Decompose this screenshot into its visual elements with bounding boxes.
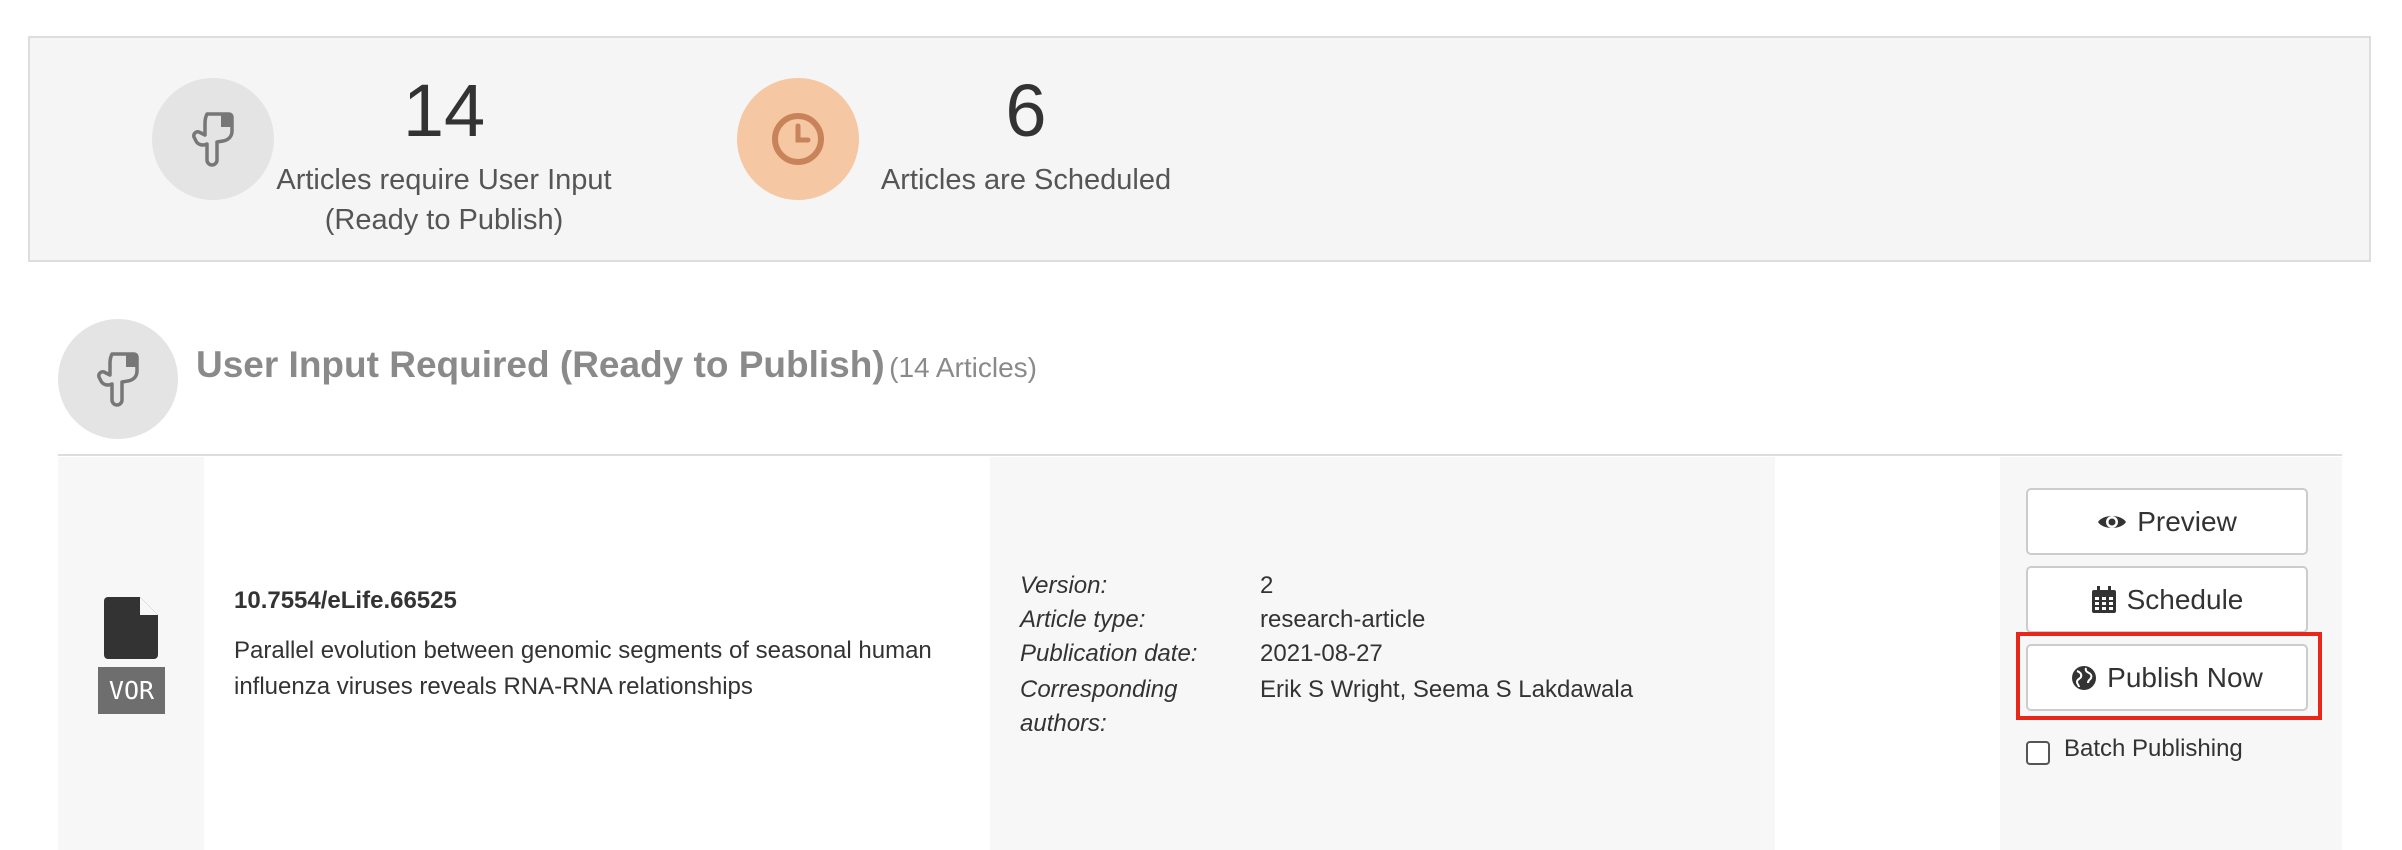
batch-publishing-label: Batch Publishing bbox=[2064, 735, 2243, 762]
article-title: Parallel evolution between genomic segme… bbox=[234, 637, 932, 700]
publication-date-label: Publication date: bbox=[1020, 640, 1198, 667]
preview-button[interactable]: Preview bbox=[2026, 488, 2308, 555]
user-input-count: 14 bbox=[402, 69, 486, 152]
corresponding-authors-label-line1: Corresponding bbox=[1020, 676, 1178, 703]
user-input-label-line1: Articles require User Input bbox=[276, 164, 612, 196]
version-value: 2 bbox=[1260, 572, 1274, 599]
article-spacer-column bbox=[1775, 457, 2000, 850]
section-title: User Input Required (Ready to Publish) bbox=[196, 344, 885, 385]
article-type-value: research-article bbox=[1260, 606, 1426, 633]
calendar-icon bbox=[2091, 585, 2116, 613]
article-type-badge: VOR bbox=[98, 667, 165, 714]
clock-icon bbox=[772, 113, 824, 165]
scheduled-count: 6 bbox=[1005, 69, 1047, 152]
section-icon bbox=[58, 319, 178, 439]
hand-pointing-down-icon bbox=[97, 352, 139, 407]
section-article-count: (14 Articles) bbox=[889, 352, 1037, 383]
publication-date-value: 2021-08-27 bbox=[1260, 640, 1383, 667]
section-heading: User Input Required (Ready to Publish) (… bbox=[196, 344, 1037, 386]
corresponding-authors-value: Erik S Wright, Seema S Lakdawala bbox=[1260, 676, 1634, 703]
batch-publishing-option[interactable]: Batch Publishing bbox=[2026, 733, 2243, 765]
eye-icon bbox=[2098, 515, 2127, 528]
section-divider bbox=[58, 454, 2342, 456]
article-type-label: Article type: bbox=[1020, 606, 1146, 633]
user-input-stat-icon bbox=[152, 78, 274, 200]
hand-pointing-down-icon bbox=[192, 112, 234, 167]
version-label: Version: bbox=[1020, 572, 1108, 599]
corresponding-authors-label-line2: authors: bbox=[1020, 710, 1107, 737]
scheduled-stat-icon bbox=[737, 78, 859, 200]
preview-button-label: Preview bbox=[2137, 505, 2237, 537]
schedule-button[interactable]: Schedule bbox=[2026, 566, 2308, 633]
file-icon bbox=[104, 597, 158, 659]
user-input-label-line2: (Ready to Publish) bbox=[324, 204, 564, 236]
publish-now-highlight bbox=[2016, 632, 2322, 720]
scheduled-label: Articles are Scheduled bbox=[880, 164, 1172, 196]
batch-publishing-checkbox[interactable] bbox=[2026, 741, 2050, 765]
schedule-button-label: Schedule bbox=[2126, 583, 2244, 615]
article-doi: 10.7554/eLife.66525 bbox=[234, 587, 457, 614]
